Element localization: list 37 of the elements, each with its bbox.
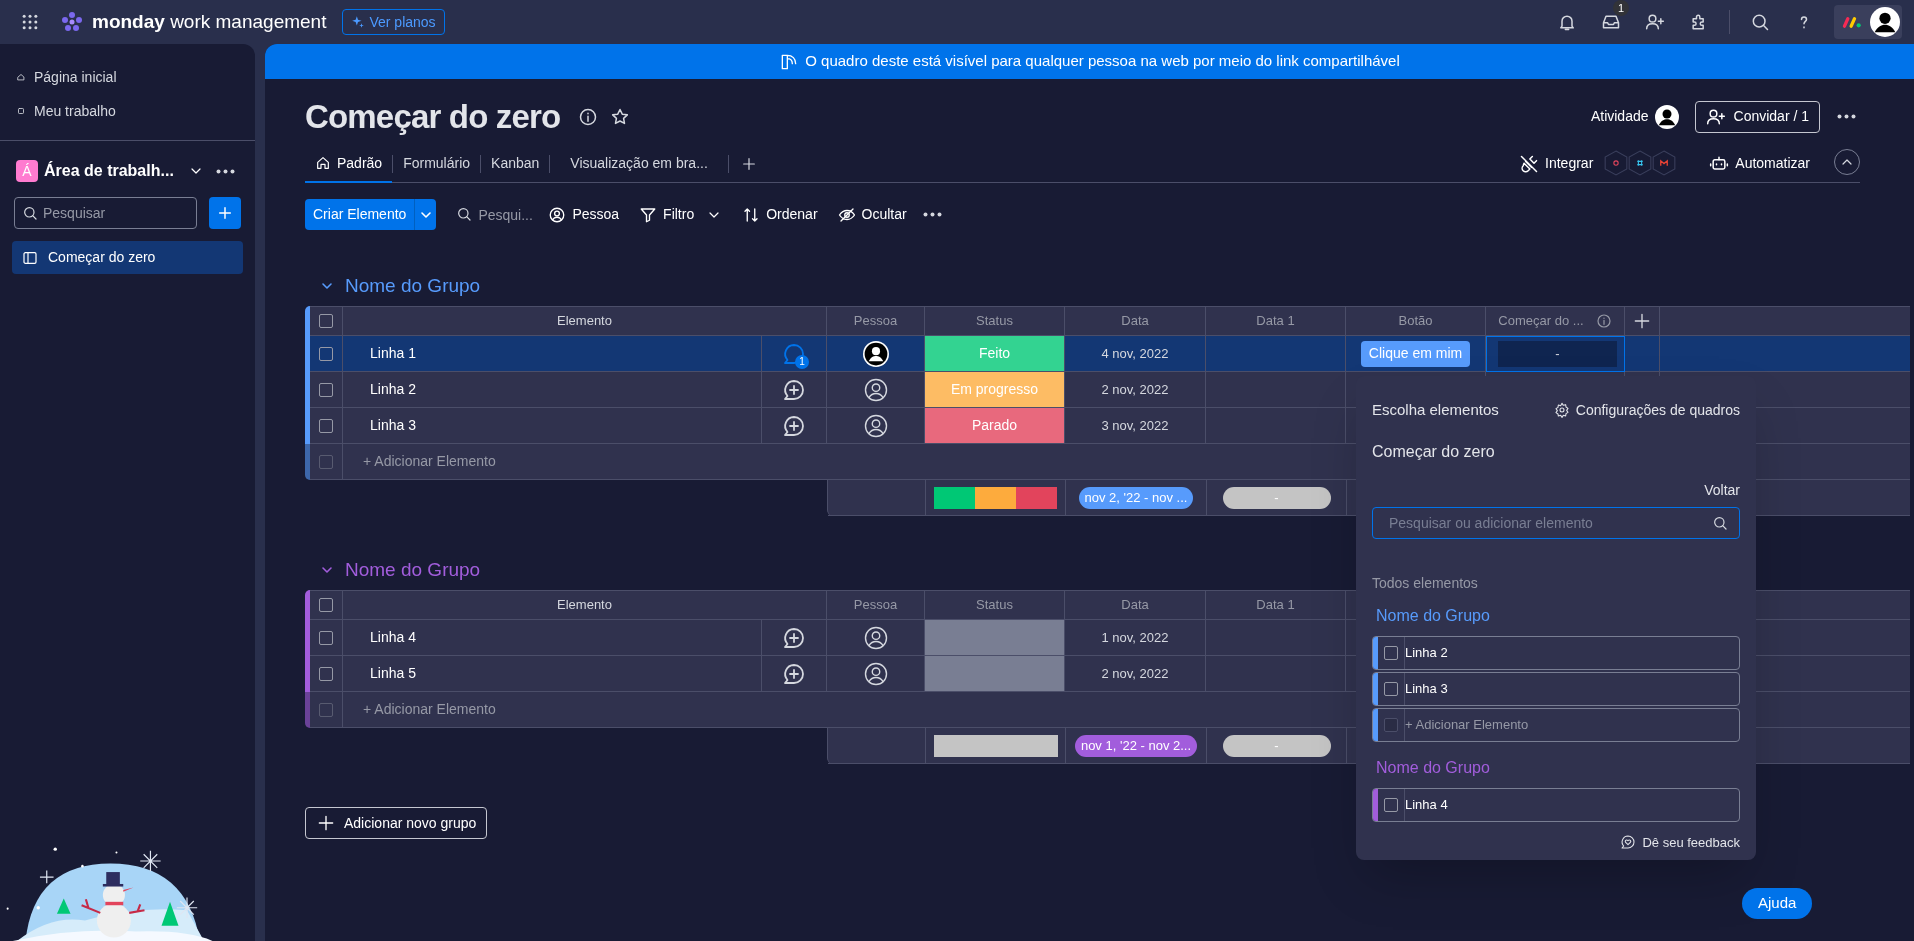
column-header: Status [976,596,1013,615]
group-title: Nome do Grupo [345,273,481,298]
column-header: Data 1 [1256,596,1295,615]
group-title: Nome do Grupo [1375,758,1491,778]
item-name: Linha 2 [370,380,416,399]
column-header: Data [1121,312,1149,331]
column-header: Pessoa [853,596,898,615]
column-header: Data [1121,596,1149,615]
banner-message: O quadro deste está visível para qualquer pessoa na web por meio do link compartilhável [805,51,1400,72]
section-label: Todos elementos [1372,574,1478,593]
date-value: 3 nov, 2022 [1101,416,1169,435]
date-value: 1 nov, 2022 [1101,628,1169,647]
summary-pill: - [1222,734,1331,757]
group-title: Nome do Grupo [345,557,481,582]
date-value: 4 nov, 2022 [1101,344,1169,363]
column-header: Elemento [557,312,612,331]
column-header: Elemento [557,596,612,615]
item-name: Linha 4 [370,628,416,647]
date-range-pill: nov 2, '22 - nov ... [1078,486,1194,509]
date-value: 2 nov, 2022 [1101,380,1169,399]
notification-count: 1 [1613,0,1629,16]
date-value: 2 nov, 2022 [1101,664,1169,683]
item-name: Linha 5 [370,664,416,683]
board-name: Começar do zero [1372,442,1495,462]
column-header: Pessoa [853,312,898,331]
date-range-pill: nov 1, '22 - nov 2... [1074,734,1198,757]
board-title: Começar do zero [305,96,561,137]
workspace-avatar: Á [16,160,38,182]
app-name: monday work management [92,9,327,34]
update-count: 1 [795,354,809,369]
item-name: Linha 1 [370,344,416,363]
item-name: Linha 3 [370,416,416,435]
summary-pill: - [1222,486,1331,509]
column-header: Data 1 [1256,312,1295,331]
column-header: Botão [1398,312,1433,331]
column-header: Status [976,312,1013,331]
column-header: Começar do ... [1498,312,1584,331]
